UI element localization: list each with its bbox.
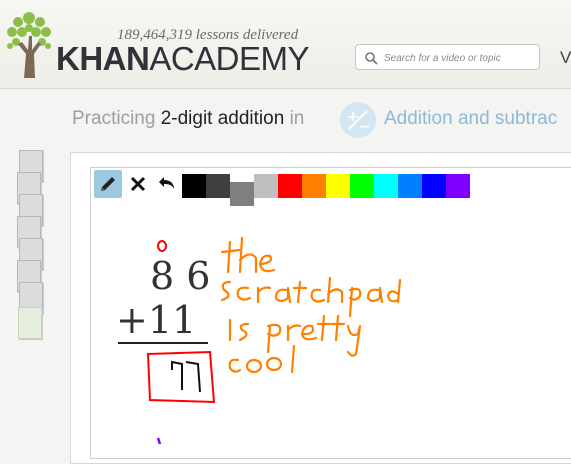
practicing-label: Practicing xyxy=(72,108,156,129)
logo-academy-text: ACADEMY xyxy=(149,40,310,77)
color-swatch[interactable] xyxy=(326,174,350,198)
color-swatch[interactable] xyxy=(206,174,230,198)
color-swatch[interactable] xyxy=(350,174,374,198)
search-icon xyxy=(365,52,378,65)
color-swatch[interactable] xyxy=(446,174,470,198)
color-swatch[interactable] xyxy=(398,174,422,198)
color-swatch[interactable] xyxy=(422,174,446,198)
color-swatch[interactable] xyxy=(230,182,254,206)
bottom-number: +11 xyxy=(116,298,197,342)
color-swatch[interactable] xyxy=(278,174,302,198)
undo-icon[interactable] xyxy=(152,170,180,198)
topic-link[interactable]: Addition and subtrac xyxy=(384,106,557,132)
site-header: 189,464,319 lessons delivered KHANACADEM… xyxy=(0,0,571,89)
svg-text:−: − xyxy=(359,119,371,135)
plus-minus-icon: + − xyxy=(340,102,376,138)
khan-tree-logo-icon xyxy=(7,12,51,78)
color-swatch[interactable] xyxy=(182,174,206,198)
search-box[interactable] xyxy=(355,44,540,70)
khan-academy-logo[interactable]: KHANACADEMY xyxy=(56,40,310,77)
search-input[interactable] xyxy=(382,48,536,68)
clear-icon[interactable] xyxy=(124,170,152,198)
color-swatch[interactable] xyxy=(374,174,398,198)
top-number: 8 6 xyxy=(150,254,211,298)
exercise-name: 2-digit addition xyxy=(160,108,285,129)
color-swatch[interactable] xyxy=(254,174,278,198)
svg-text:+: + xyxy=(347,109,359,125)
pencil-icon[interactable] xyxy=(94,170,122,198)
nav-link-partial[interactable]: V xyxy=(560,48,571,68)
in-label: in xyxy=(289,108,305,129)
current-problem-card xyxy=(18,307,42,339)
problem-card-stack xyxy=(14,150,60,350)
logo-khan-text: KHAN xyxy=(56,40,150,77)
exercise-title: Practicing 2-digit addition in xyxy=(72,106,304,132)
color-swatch[interactable] xyxy=(302,174,326,198)
sum-line xyxy=(118,342,208,344)
